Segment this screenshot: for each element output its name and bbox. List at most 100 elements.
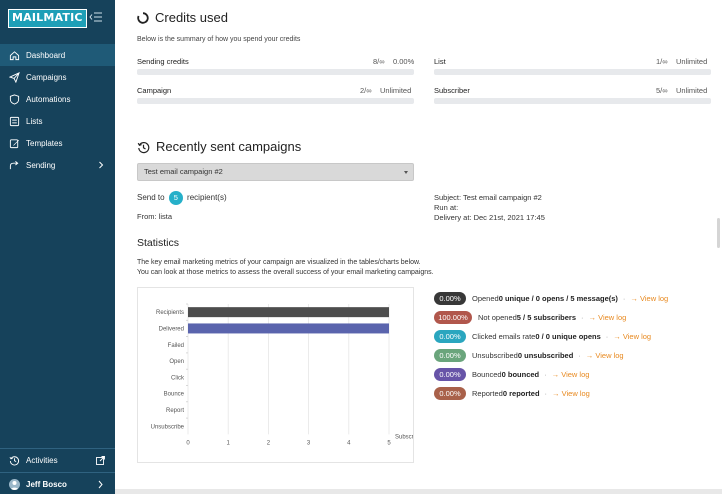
shield-icon [9, 93, 20, 105]
metric-percent-badge: 100.00% [434, 311, 472, 324]
credit-bar-list [434, 69, 711, 75]
history-icon [9, 456, 20, 466]
delivery-at-text: Delivery at: Dec 21st, 2021 17:45 [434, 213, 545, 222]
from-text: From: lista [137, 212, 173, 221]
logo[interactable]: MAILMATIC [8, 9, 87, 28]
metric-label: Reported [472, 389, 503, 398]
paper-plane-icon [9, 71, 20, 83]
y-tick-label: Failed [168, 343, 184, 349]
y-tick-label: Click [171, 375, 185, 381]
loading-circle-icon [137, 12, 149, 24]
bar-recipients [188, 307, 389, 318]
metric-row: 0.00% Reported 0 reported · → View log [434, 387, 590, 400]
metric-label: Clicked emails rate [472, 332, 536, 341]
caret-down-icon [404, 171, 408, 174]
horizontal-scrollbar[interactable] [115, 489, 722, 494]
credit-label-campaign: Campaign [137, 86, 172, 95]
metric-value: 0 reported [502, 389, 540, 398]
main-content: Credits used Below is the summary of how… [115, 0, 722, 494]
campaign-select-value: Test email campaign #2 [144, 167, 223, 176]
y-tick-label: Delivered [159, 326, 184, 332]
credit-label-list: List [434, 57, 446, 66]
sidebar-item-sending[interactable]: Sending [0, 154, 115, 176]
x-axis-label: Subscribers [395, 434, 413, 440]
sidebar-item-dashboard[interactable]: Dashboard [0, 44, 115, 66]
edit-icon [9, 138, 20, 148]
view-log-link[interactable]: → View log [630, 294, 668, 303]
recent-campaigns-title: Recently sent campaigns [156, 139, 302, 154]
sidebar-item-label: Sending [26, 160, 56, 170]
send-to-prefix: Send to [137, 193, 165, 203]
statistics-desc-1: The key email marketing metrics of your … [137, 259, 421, 266]
credits-title: Credits used [155, 10, 228, 25]
sidebar-bottom: Activities Jeff Bosco [0, 448, 115, 494]
avatar [9, 479, 20, 490]
x-tick-label: 3 [307, 440, 311, 446]
view-log-link[interactable]: → View log [552, 389, 590, 398]
user-icon [10, 481, 19, 490]
chevron-right-icon[interactable] [98, 161, 104, 169]
sidebar-item-label: Automations [26, 94, 71, 104]
user-menu[interactable]: Jeff Bosco [0, 473, 115, 494]
history-icon [137, 141, 150, 154]
external-link-icon[interactable] [96, 456, 105, 465]
sidebar-item-campaigns[interactable]: Campaigns [0, 66, 115, 88]
credit-bar-sending [137, 69, 414, 75]
credit-bar-campaign [137, 98, 414, 104]
sidebar-item-automations[interactable]: Automations [0, 88, 115, 110]
activities-label: Activities [26, 456, 58, 465]
sidebar-item-lists[interactable]: Lists [0, 110, 115, 132]
sidebar-item-activities[interactable]: Activities [0, 449, 115, 472]
credit-used-campaign: 2/∞ [360, 86, 372, 95]
metric-label: Opened [472, 294, 499, 303]
sidebar-item-templates[interactable]: Templates [0, 132, 115, 154]
separator-dot: · [544, 370, 547, 379]
x-tick-label: 4 [347, 440, 351, 446]
x-tick-label: 1 [227, 440, 231, 446]
sidebar-item-label: Templates [26, 138, 63, 148]
metric-row: 0.00% Clicked emails rate 0 / 0 unique op… [434, 330, 651, 343]
credit-used-sending: 8/∞ [373, 57, 385, 66]
chevron-right-icon[interactable] [96, 480, 105, 489]
list-icon [9, 116, 20, 126]
view-log-link[interactable]: → View log [586, 351, 624, 360]
separator-dot: · [578, 351, 581, 360]
x-tick-label: 5 [387, 440, 391, 446]
metric-row: 0.00% Bounced 0 bounced · → View log [434, 368, 589, 381]
sidebar-item-label: Lists [26, 116, 43, 126]
metric-value: 0 bounced [501, 370, 540, 379]
sidebar-nav: Dashboard Campaigns Automations Lists Te… [0, 44, 115, 176]
recipient-count-badge: 5 [168, 191, 183, 205]
statistics-title: Statistics [137, 237, 180, 249]
credits-subtitle: Below is the summary of how you spend yo… [137, 36, 301, 43]
credit-used-subscriber: 5/∞ [656, 86, 668, 95]
separator-dot: · [581, 313, 584, 322]
run-at-text: Run at: [434, 203, 459, 212]
metric-row: 0.00% Unsubscribed 0 unsubscribed · → View … [434, 349, 624, 362]
credit-value-list: Unlimited [676, 57, 708, 66]
collapse-menu-icon[interactable] [89, 12, 103, 22]
sidebar-item-label: Campaigns [26, 72, 67, 82]
credit-label-sending: Sending credits [137, 57, 189, 66]
scrollbar-thumb[interactable] [717, 218, 720, 248]
metric-percent-badge: 0.00% [434, 330, 466, 343]
separator-dot: · [622, 294, 626, 303]
credit-value-campaign: Unlimited [380, 86, 412, 95]
campaign-select[interactable]: Test email campaign #2 [137, 163, 414, 181]
bar-delivered [188, 323, 389, 334]
metric-value: 0 unsubscribed [517, 351, 574, 360]
y-tick-label: Bounce [164, 392, 185, 398]
metric-row: 0.00% Opened 0 unique / 0 opens / 5 messa… [434, 292, 668, 305]
view-log-link[interactable]: → View log [552, 370, 590, 379]
metric-value: 0 / 0 unique opens [535, 332, 601, 341]
view-log-link[interactable]: → View log [613, 332, 651, 341]
metric-value: 0 unique / 0 opens / 5 message(s) [498, 294, 618, 303]
y-tick-label: Open [169, 359, 184, 365]
view-log-link[interactable]: → View log [589, 313, 627, 322]
credit-label-subscriber: Subscriber [434, 86, 470, 95]
metric-row: 100.00% Not opened 5 / 5 subscribers · → Vi… [434, 311, 626, 324]
logo-row: MAILMATIC [8, 9, 108, 29]
subject-text: Subject: Test email campaign #2 [434, 193, 542, 202]
metric-value: 5 / 5 subscribers [516, 313, 576, 322]
user-name: Jeff Bosco [26, 480, 67, 489]
